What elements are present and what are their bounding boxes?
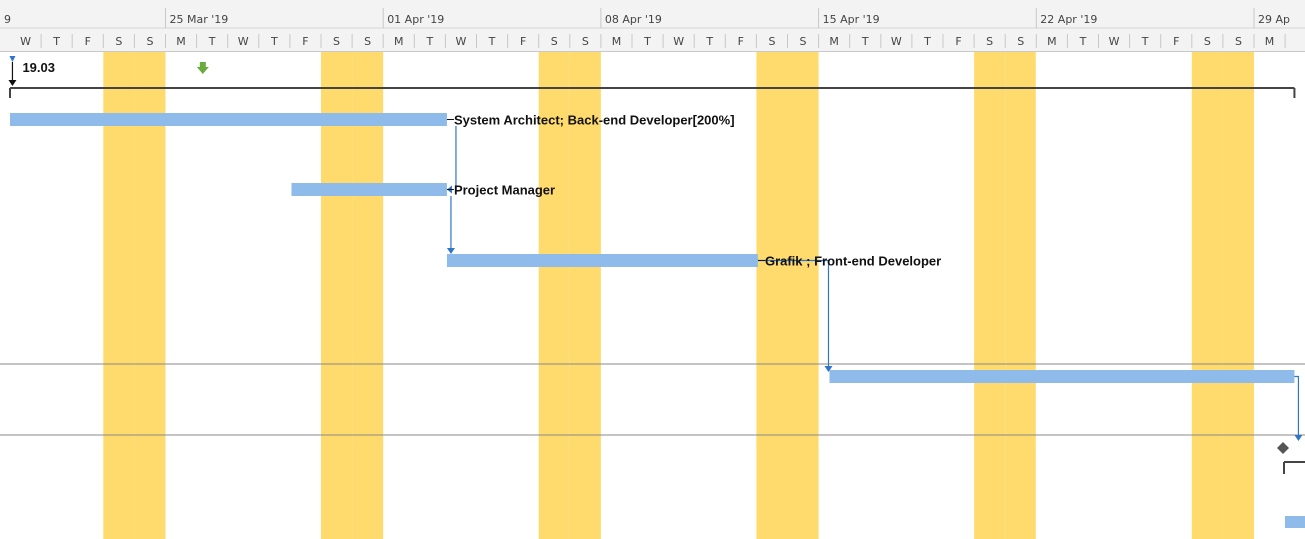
day-label: T xyxy=(1079,35,1087,48)
day-label: S xyxy=(768,35,775,48)
week-label: 22 Apr '19 xyxy=(1040,13,1097,26)
timescale-header: 9 25 Mar '19 01 Apr '19 08 Apr '19 15 Apr '1… xyxy=(0,0,1305,52)
milestone-label: 19.03 xyxy=(22,60,55,75)
day-label: S xyxy=(146,35,153,48)
nonworking-day-column xyxy=(1222,52,1254,539)
week-label: 25 Mar '19 xyxy=(170,13,229,26)
day-label: M xyxy=(1265,35,1275,48)
day-label: T xyxy=(923,35,931,48)
day-label: T xyxy=(643,35,651,48)
task-bar-3[interactable] xyxy=(446,254,758,267)
day-label: T xyxy=(705,35,713,48)
task-bar-2[interactable] xyxy=(291,183,447,196)
day-label: S xyxy=(1235,35,1242,48)
day-label: T xyxy=(52,35,60,48)
day-label: S xyxy=(582,35,589,48)
gantt-background xyxy=(0,0,1305,539)
task-bar-partial[interactable] xyxy=(1285,516,1305,528)
week-label: 29 Ap xyxy=(1258,13,1290,26)
task-bar-1[interactable] xyxy=(10,113,447,126)
gantt-chart[interactable]: 9 25 Mar '19 01 Apr '19 08 Apr '19 15 Apr '1… xyxy=(0,0,1305,539)
day-label: M xyxy=(394,35,404,48)
resource-label-3: Grafik ; Front-end Developer xyxy=(765,254,941,269)
day-label: T xyxy=(270,35,278,48)
day-label: F xyxy=(738,35,744,48)
day-label: S xyxy=(1204,35,1211,48)
day-label: S xyxy=(333,35,340,48)
day-label: W xyxy=(20,35,31,48)
day-label: T xyxy=(425,35,433,48)
day-label: S xyxy=(115,35,122,48)
day-label: M xyxy=(612,35,622,48)
day-label: T xyxy=(208,35,216,48)
week-label: 01 Apr '19 xyxy=(387,13,444,26)
nonworking-day-column xyxy=(756,52,788,539)
task-bar-4[interactable] xyxy=(829,370,1295,383)
nonworking-day-column xyxy=(974,52,1006,539)
day-label: W xyxy=(673,35,684,48)
day-label: M xyxy=(176,35,186,48)
day-label: T xyxy=(861,35,869,48)
day-label: W xyxy=(456,35,467,48)
day-label: S xyxy=(986,35,993,48)
day-label: F xyxy=(955,35,961,48)
day-label: S xyxy=(1017,35,1024,48)
day-label: S xyxy=(364,35,371,48)
nonworking-day-column xyxy=(1191,52,1223,539)
day-label: F xyxy=(302,35,308,48)
resource-label-2: Project Manager xyxy=(454,183,555,198)
day-label: T xyxy=(1141,35,1149,48)
day-label: F xyxy=(520,35,526,48)
nonworking-day-column xyxy=(787,52,819,539)
week-label: 9 xyxy=(4,13,11,26)
day-label: M xyxy=(1047,35,1057,48)
day-label: F xyxy=(85,35,91,48)
day-label: W xyxy=(1109,35,1120,48)
resource-label-1: System Architect; Back-end Developer[200… xyxy=(454,113,735,128)
day-label: W xyxy=(891,35,902,48)
week-label: 08 Apr '19 xyxy=(605,13,662,26)
week-label: 15 Apr '19 xyxy=(823,13,880,26)
day-label: S xyxy=(800,35,807,48)
nonworking-day-column xyxy=(1005,52,1037,539)
day-label: T xyxy=(488,35,496,48)
day-label: S xyxy=(551,35,558,48)
day-label: W xyxy=(238,35,249,48)
day-label: F xyxy=(1173,35,1179,48)
day-label: M xyxy=(829,35,839,48)
